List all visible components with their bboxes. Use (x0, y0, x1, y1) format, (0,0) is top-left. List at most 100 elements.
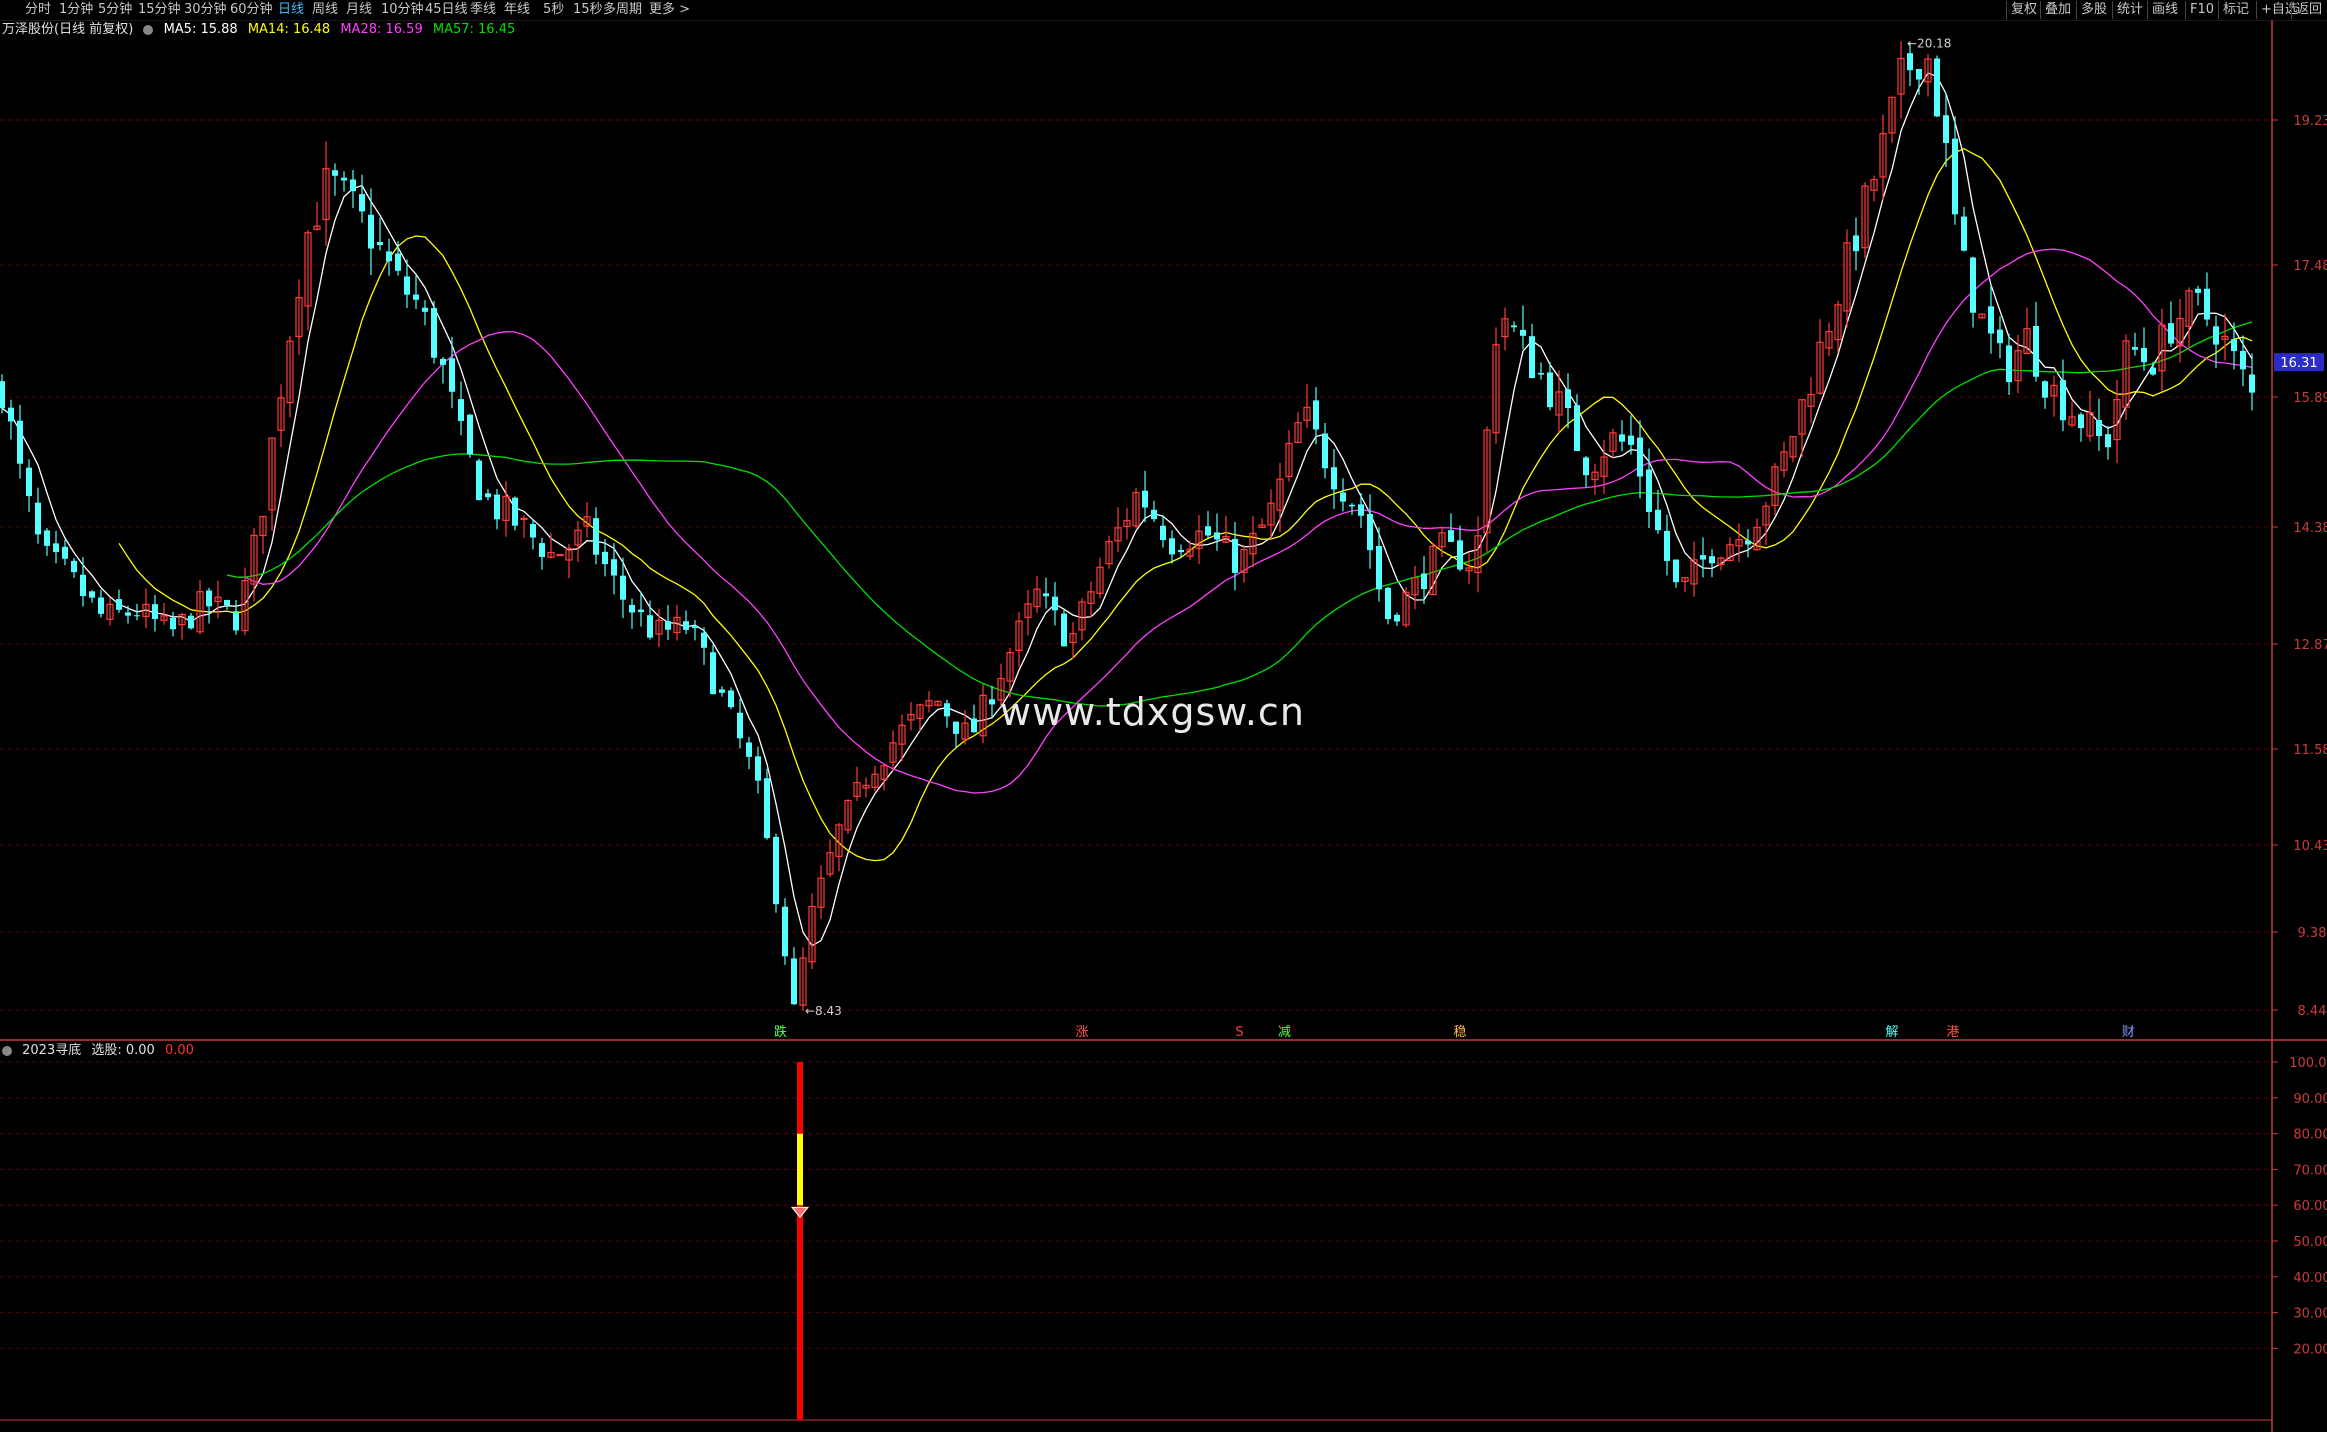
period-tab-7[interactable]: 周线 (309, 0, 341, 20)
candle-body (1358, 504, 1364, 516)
candle-body (89, 591, 95, 598)
toolbar-button-2[interactable]: 多股 (2076, 1, 2111, 19)
indicator-pick-value: 选股: 0.00 (91, 1043, 155, 1058)
period-tab-0[interactable]: 分时 (22, 0, 54, 20)
indicator-settings-icon[interactable] (2, 1045, 12, 1056)
watermark-text: www.tdxgsw.cn (1000, 690, 1305, 734)
candle-body (1934, 58, 1940, 117)
candle-body (791, 958, 797, 1005)
candle-body (350, 179, 356, 192)
candle-body (1367, 513, 1373, 551)
ma14-label: MA14: 16.48 (247, 22, 331, 37)
period-tab-11[interactable]: 季线 (467, 0, 499, 20)
period-tab-12[interactable]: 年线 (501, 0, 533, 20)
price-tick-label: 11.58 (2293, 743, 2327, 758)
candle-body (1448, 530, 1454, 542)
period-tab-1[interactable]: 1分钟 (56, 0, 96, 20)
price-tick-label: 9.38 (2298, 926, 2327, 941)
candle-body (746, 742, 752, 757)
candle-body (152, 604, 158, 619)
candle-body (404, 276, 410, 295)
price-tick-label: 19.23 (2293, 114, 2327, 129)
candle-body (953, 721, 959, 734)
period-tab-5[interactable]: 60分钟 (227, 0, 276, 20)
candle-body (1214, 532, 1220, 540)
event-label: 稳 (1453, 1024, 1466, 1040)
candle-body (494, 494, 500, 520)
toolbar-button-6[interactable]: 标记 (2218, 1, 2253, 19)
candle-body (8, 407, 14, 422)
settings-icon[interactable] (143, 24, 154, 35)
price-tick-label: 10.43 (2293, 839, 2327, 854)
event-label: 减 (1278, 1025, 1291, 1040)
candle-body (125, 612, 131, 616)
period-tab-3[interactable]: 15分钟 (135, 0, 184, 20)
period-tab-8[interactable]: 月线 (343, 0, 375, 20)
candle-body (2033, 325, 2039, 377)
candle-body (692, 626, 698, 629)
period-tab-2[interactable]: 5分钟 (95, 0, 135, 20)
candle-body (556, 554, 564, 557)
toolbar-button-4[interactable]: 画线 (2147, 1, 2182, 19)
candle-body (485, 493, 491, 498)
period-tab-9[interactable]: 10分钟 (378, 0, 427, 20)
indicator-tick-label: 100.00 (2289, 1056, 2327, 1071)
candle-body (1043, 593, 1049, 597)
candle-body (2249, 374, 2255, 393)
toolbar-button-5[interactable]: F10 (2185, 1, 2218, 19)
toolbar-button-8[interactable]: 返回 (2291, 1, 2326, 19)
event-label: 涨 (1075, 1025, 1088, 1040)
candle-body (188, 615, 194, 629)
indicator-value: 0.00 (164, 1043, 194, 1058)
period-toolbar: 分时 1分钟 5分钟 15分钟 30分钟 60分钟 日线 周线 月线 10分钟 45日线 季线 年线 5秒… (0, 0, 2327, 20)
period-tab-13[interactable]: 5秒 (540, 0, 567, 20)
candle-body (62, 546, 68, 559)
candle-body (1700, 555, 1706, 560)
candle-body (611, 559, 617, 576)
indicator-tick-label: 90.00 (2293, 1092, 2327, 1107)
candle-body (98, 597, 104, 614)
event-label: 解 (1885, 1025, 1898, 1040)
candle-body (467, 414, 473, 455)
period-tab-16[interactable]: 更多 > (646, 0, 693, 20)
candle-body (80, 574, 86, 597)
period-tab-4[interactable]: 30分钟 (181, 0, 230, 20)
candle-body (512, 497, 518, 526)
toolbar-button-1[interactable]: 叠加 (2040, 1, 2075, 19)
min-price-label: ←8.43 (805, 1004, 842, 1018)
candle-body (2195, 288, 2201, 293)
candle-body (359, 194, 365, 212)
toolbar-button-0[interactable]: 复权 (2006, 1, 2041, 19)
period-tab-10[interactable]: 45日线 (422, 0, 471, 20)
candle-body (1673, 559, 1679, 583)
candle-body (2231, 339, 2237, 352)
candle-body (1178, 549, 1184, 553)
candle-body (1511, 325, 1517, 328)
candle-body (1151, 509, 1157, 520)
price-tick-label: 17.48 (2293, 259, 2327, 274)
event-label: S (1235, 1025, 1243, 1040)
ma57-label: MA57: 16.45 (432, 22, 516, 37)
candle-body (1322, 433, 1328, 469)
candle-body (422, 307, 428, 312)
period-tab-6[interactable]: 日线 (275, 0, 307, 20)
candle-body (1988, 306, 1994, 334)
candle-body (2060, 380, 2066, 421)
candle-body (629, 604, 635, 613)
candle-body (206, 590, 212, 607)
price-tick-label: 15.89 (2293, 391, 2327, 406)
candle-body (1457, 540, 1463, 570)
candle-body (1349, 504, 1355, 507)
candle-body (728, 690, 734, 708)
candle-body (2096, 420, 2102, 436)
candle-body (773, 836, 779, 905)
candle-body (1916, 68, 1922, 80)
price-tick-label: 12.87 (2293, 638, 2327, 653)
toolbar-button-3[interactable]: 统计 (2112, 1, 2147, 19)
signal-bar-segment (797, 1062, 803, 1134)
candle-body (1160, 525, 1166, 541)
candle-body (520, 517, 528, 521)
candle-body (116, 599, 122, 610)
indicator-tick-label: 80.00 (2293, 1128, 2327, 1143)
period-tab-15[interactable]: 多周期 (600, 0, 645, 20)
